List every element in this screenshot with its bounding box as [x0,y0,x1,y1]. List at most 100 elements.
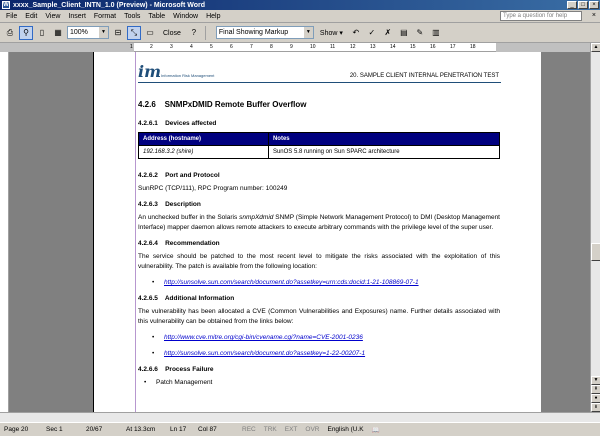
toolbar-separator [204,25,206,40]
vertical-ruler[interactable] [0,52,9,412]
additional-info-heading: 4.2.6.5 Additional Information [138,295,235,302]
reject-change-icon[interactable]: ✗ [381,26,395,40]
column-header: Address (hostname) [138,132,269,146]
show-label: Show [319,29,338,37]
sunsolve-link[interactable]: http://sunsolve.sun.com/search/document.… [164,349,365,359]
ruler-mark: 10 [310,44,316,50]
word-app-icon[interactable]: W [2,1,10,9]
description-heading: 4.2.6.3 Description [138,201,201,208]
menu-tools[interactable]: Tools [120,13,144,20]
list-item: • http://www.cve.mitre.org/cgi-bin/cvena… [152,333,500,343]
devices-heading: 4.2.6.1 Devices affected [138,120,217,127]
horizontal-scrollbar[interactable] [0,412,600,422]
ruler-right-margin [496,43,590,52]
cve-link[interactable]: http://www.cve.mitre.org/cgi-bin/cvename… [164,333,363,343]
next-page-icon[interactable]: ⇟ [591,403,600,412]
document-area: imInformation Risk Management 20. SAMPLE… [0,52,590,412]
logo-subtitle: Information Risk Management [161,73,215,78]
menu-insert[interactable]: Insert [64,13,90,20]
markup-view-select[interactable]: Final Showing Markup ▼ [215,26,314,39]
maximize-button[interactable]: □ [578,1,588,9]
ruler-mark: 3 [170,44,173,50]
menu-file[interactable]: File [2,13,21,20]
header-title: 20. SAMPLE CLIENT INTERNAL PENETRATION T… [349,73,499,79]
title-bar: W xxxx_Sample_Client_INTN_1.0 (Preview) … [0,0,600,10]
view-ruler-icon[interactable]: ⊟ [111,26,125,40]
bullet-icon: • [152,350,155,357]
chevron-down-icon[interactable]: ▼ [99,27,108,38]
page-content: 4.2.6 SNMPxDMID Remote Buffer Overflow 4… [138,100,501,394]
show-menu-button[interactable]: Show ▾ [316,26,347,40]
table-header-row: Address (hostname) Notes [138,132,501,146]
multiple-pages-icon[interactable]: ▦ [51,26,65,40]
port-text: SunRPC (TCP/111), RPC Program number: 10… [138,185,288,192]
vertical-scrollbar[interactable]: ▲ ▼ ⇞ ● ⇟ [590,43,600,412]
close-document-icon[interactable]: × [592,12,596,19]
zoom-select[interactable]: 100% ▼ [67,26,109,39]
chevron-down-icon[interactable]: ▼ [303,27,313,38]
accept-change-icon[interactable]: ✓ [365,26,379,40]
menu-edit[interactable]: Edit [21,13,41,20]
insert-comment-icon[interactable]: ▤ [397,26,411,40]
status-column: Col 87 [198,426,217,433]
ruler-mark: 16 [430,44,436,50]
menu-view[interactable]: View [41,13,64,20]
menu-window[interactable]: Window [169,13,202,20]
minimize-button[interactable]: _ [567,1,577,9]
failure-item: Patch Management [156,379,213,386]
track-changes-icon[interactable]: ✎ [413,26,427,40]
list-item: • http://sunsolve.sun.com/search/documen… [152,349,500,359]
one-page-icon[interactable]: ▯ [35,26,49,40]
status-rec[interactable]: REC [238,426,260,433]
ruler-mark: 13 [370,44,376,50]
description-part: An unchecked buffer in the Solaris [138,214,240,221]
additional-info-text: The vulnerability has been allocated a C… [138,308,500,325]
horizontal-ruler[interactable]: 1 2 3 4 5 6 7 8 9 10 11 12 13 14 15 16 1… [0,43,590,52]
ruler-mark: 15 [410,44,416,50]
ruler-mark: 5 [210,44,213,50]
reviewing-pane-icon[interactable]: ▥ [429,26,443,40]
spelling-check-icon[interactable]: 📖 [368,426,384,434]
scroll-up-icon[interactable]: ▲ [591,43,600,52]
ruler-mark: 17 [450,44,456,50]
close-preview-button[interactable]: Close [159,26,185,40]
status-ext[interactable]: EXT [281,426,302,433]
menu-help[interactable]: Help [202,13,224,20]
daemon-name: snmpXdmid [239,214,274,221]
print-icon[interactable]: ⎙ [3,26,17,40]
list-item: • Patch Management [144,378,500,388]
shrink-to-fit-icon[interactable]: ⤡ [127,25,141,40]
scroll-down-icon[interactable]: ▼ [591,376,600,385]
window-title: xxxx_Sample_Client_INTN_1.0 (Preview) - … [13,1,206,9]
description-text: An unchecked buffer in the Solaris snmpX… [138,213,500,233]
status-page-count: 20/67 [86,426,103,433]
list-item: • http://sunsolve.sun.com/search/documen… [152,278,500,288]
previous-change-icon[interactable]: ↶ [349,26,363,40]
select-browse-object-icon[interactable]: ● [591,394,600,403]
markup-view-value: Final Showing Markup [218,29,289,36]
scroll-thumb[interactable] [591,243,600,261]
patch-link[interactable]: http://sunsolve.sun.com/search/document.… [164,278,419,288]
ruler-mark: 18 [470,44,476,50]
close-window-button[interactable]: × [589,1,599,9]
help-icon[interactable]: ? [187,26,201,40]
status-language[interactable]: English (U.K [323,426,367,433]
status-position: At 13.3cm [126,426,156,433]
status-section: Sec 1 [46,426,63,433]
help-search-input[interactable]: Type a question for help [500,11,582,21]
full-screen-icon[interactable]: ▭ [143,26,157,40]
magnifier-icon[interactable]: ⚲ [19,25,33,40]
status-bar: Page 20 Sec 1 20/67 At 13.3cm Ln 17 Col … [0,422,600,436]
previous-page-icon[interactable]: ⇞ [591,385,600,394]
ruler-mark: 6 [230,44,233,50]
menu-format[interactable]: Format [90,13,120,20]
status-ovr[interactable]: OVR [301,426,323,433]
print-preview-toolbar: ⎙ ⚲ ▯ ▦ 100% ▼ ⊟ ⤡ ▭ Close ? Final Showi… [0,23,600,43]
document-page[interactable]: imInformation Risk Management 20. SAMPLE… [93,52,541,412]
menu-table[interactable]: Table [144,13,169,20]
table-cell: SunOS 5.8 running on Sun SPARC architect… [267,145,501,159]
ruler-mark: 7 [250,44,253,50]
ruler-mark: 9 [290,44,293,50]
ruler-mark: 4 [190,44,193,50]
status-trk[interactable]: TRK [260,426,281,433]
